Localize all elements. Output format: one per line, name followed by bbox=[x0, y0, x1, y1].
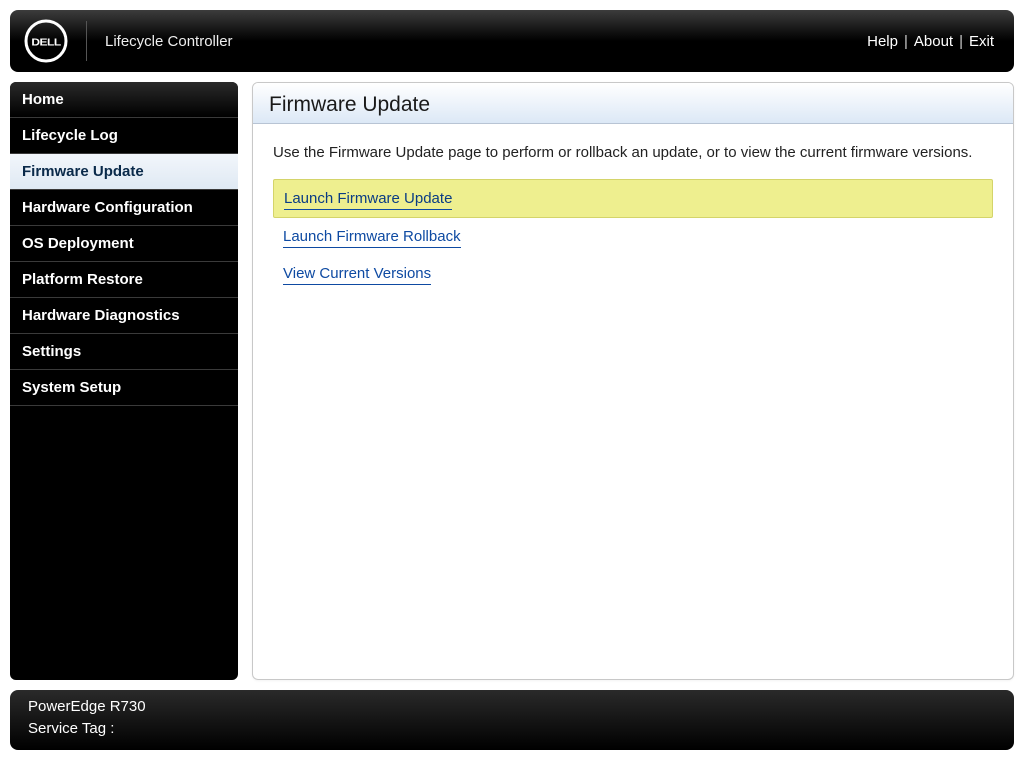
content-panel: Firmware Update Use the Firmware Update … bbox=[252, 82, 1014, 680]
sidebar-item-settings[interactable]: Settings bbox=[10, 334, 238, 370]
exit-link[interactable]: Exit bbox=[969, 33, 994, 50]
app-title: Lifecycle Controller bbox=[105, 33, 233, 50]
sidebar-item-hardware-configuration[interactable]: Hardware Configuration bbox=[10, 190, 238, 226]
action-link-list: Launch Firmware Update Launch Firmware R… bbox=[273, 179, 993, 292]
sidebar-item-label: Home bbox=[22, 91, 64, 108]
page-description: Use the Firmware Update page to perform … bbox=[253, 124, 1013, 171]
footer-service-tag: Service Tag : bbox=[28, 720, 996, 742]
header-divider bbox=[86, 21, 87, 61]
sidebar-item-home[interactable]: Home bbox=[10, 82, 238, 118]
sidebar-item-system-setup[interactable]: System Setup bbox=[10, 370, 238, 406]
page-title: Firmware Update bbox=[253, 83, 1013, 124]
footer-model: PowerEdge R730 bbox=[28, 698, 996, 720]
sidebar-item-hardware-diagnostics[interactable]: Hardware Diagnostics bbox=[10, 298, 238, 334]
sidebar-item-label: Platform Restore bbox=[22, 271, 143, 288]
sidebar-item-label: Lifecycle Log bbox=[22, 127, 118, 144]
header: DELL Lifecycle Controller Help | About |… bbox=[10, 10, 1014, 72]
header-links: Help | About | Exit bbox=[867, 10, 994, 72]
link-label: View Current Versions bbox=[283, 265, 431, 285]
dell-logo-icon: DELL bbox=[24, 19, 68, 63]
header-separator: | bbox=[959, 33, 963, 50]
sidebar-item-firmware-update[interactable]: Firmware Update bbox=[10, 154, 238, 190]
help-link[interactable]: Help bbox=[867, 33, 898, 50]
header-separator: | bbox=[904, 33, 908, 50]
main: Home Lifecycle Log Firmware Update Hardw… bbox=[10, 82, 1014, 680]
sidebar-item-label: Settings bbox=[22, 343, 81, 360]
launch-firmware-rollback-link[interactable]: Launch Firmware Rollback bbox=[273, 218, 993, 255]
svg-text:DELL: DELL bbox=[31, 37, 61, 48]
sidebar-item-label: OS Deployment bbox=[22, 235, 134, 252]
sidebar-item-label: System Setup bbox=[22, 379, 121, 396]
view-current-versions-link[interactable]: View Current Versions bbox=[273, 255, 993, 292]
footer: PowerEdge R730 Service Tag : bbox=[10, 690, 1014, 750]
sidebar-item-platform-restore[interactable]: Platform Restore bbox=[10, 262, 238, 298]
sidebar-item-label: Hardware Diagnostics bbox=[22, 307, 180, 324]
link-label: Launch Firmware Rollback bbox=[283, 228, 461, 248]
link-label: Launch Firmware Update bbox=[284, 190, 452, 210]
sidebar-item-label: Firmware Update bbox=[22, 163, 144, 180]
launch-firmware-update-link[interactable]: Launch Firmware Update bbox=[273, 179, 993, 218]
about-link[interactable]: About bbox=[914, 33, 953, 50]
service-tag-label: Service Tag : bbox=[28, 720, 114, 737]
sidebar-item-os-deployment[interactable]: OS Deployment bbox=[10, 226, 238, 262]
sidebar-item-lifecycle-log[interactable]: Lifecycle Log bbox=[10, 118, 238, 154]
sidebar: Home Lifecycle Log Firmware Update Hardw… bbox=[10, 82, 238, 680]
sidebar-item-label: Hardware Configuration bbox=[22, 199, 193, 216]
